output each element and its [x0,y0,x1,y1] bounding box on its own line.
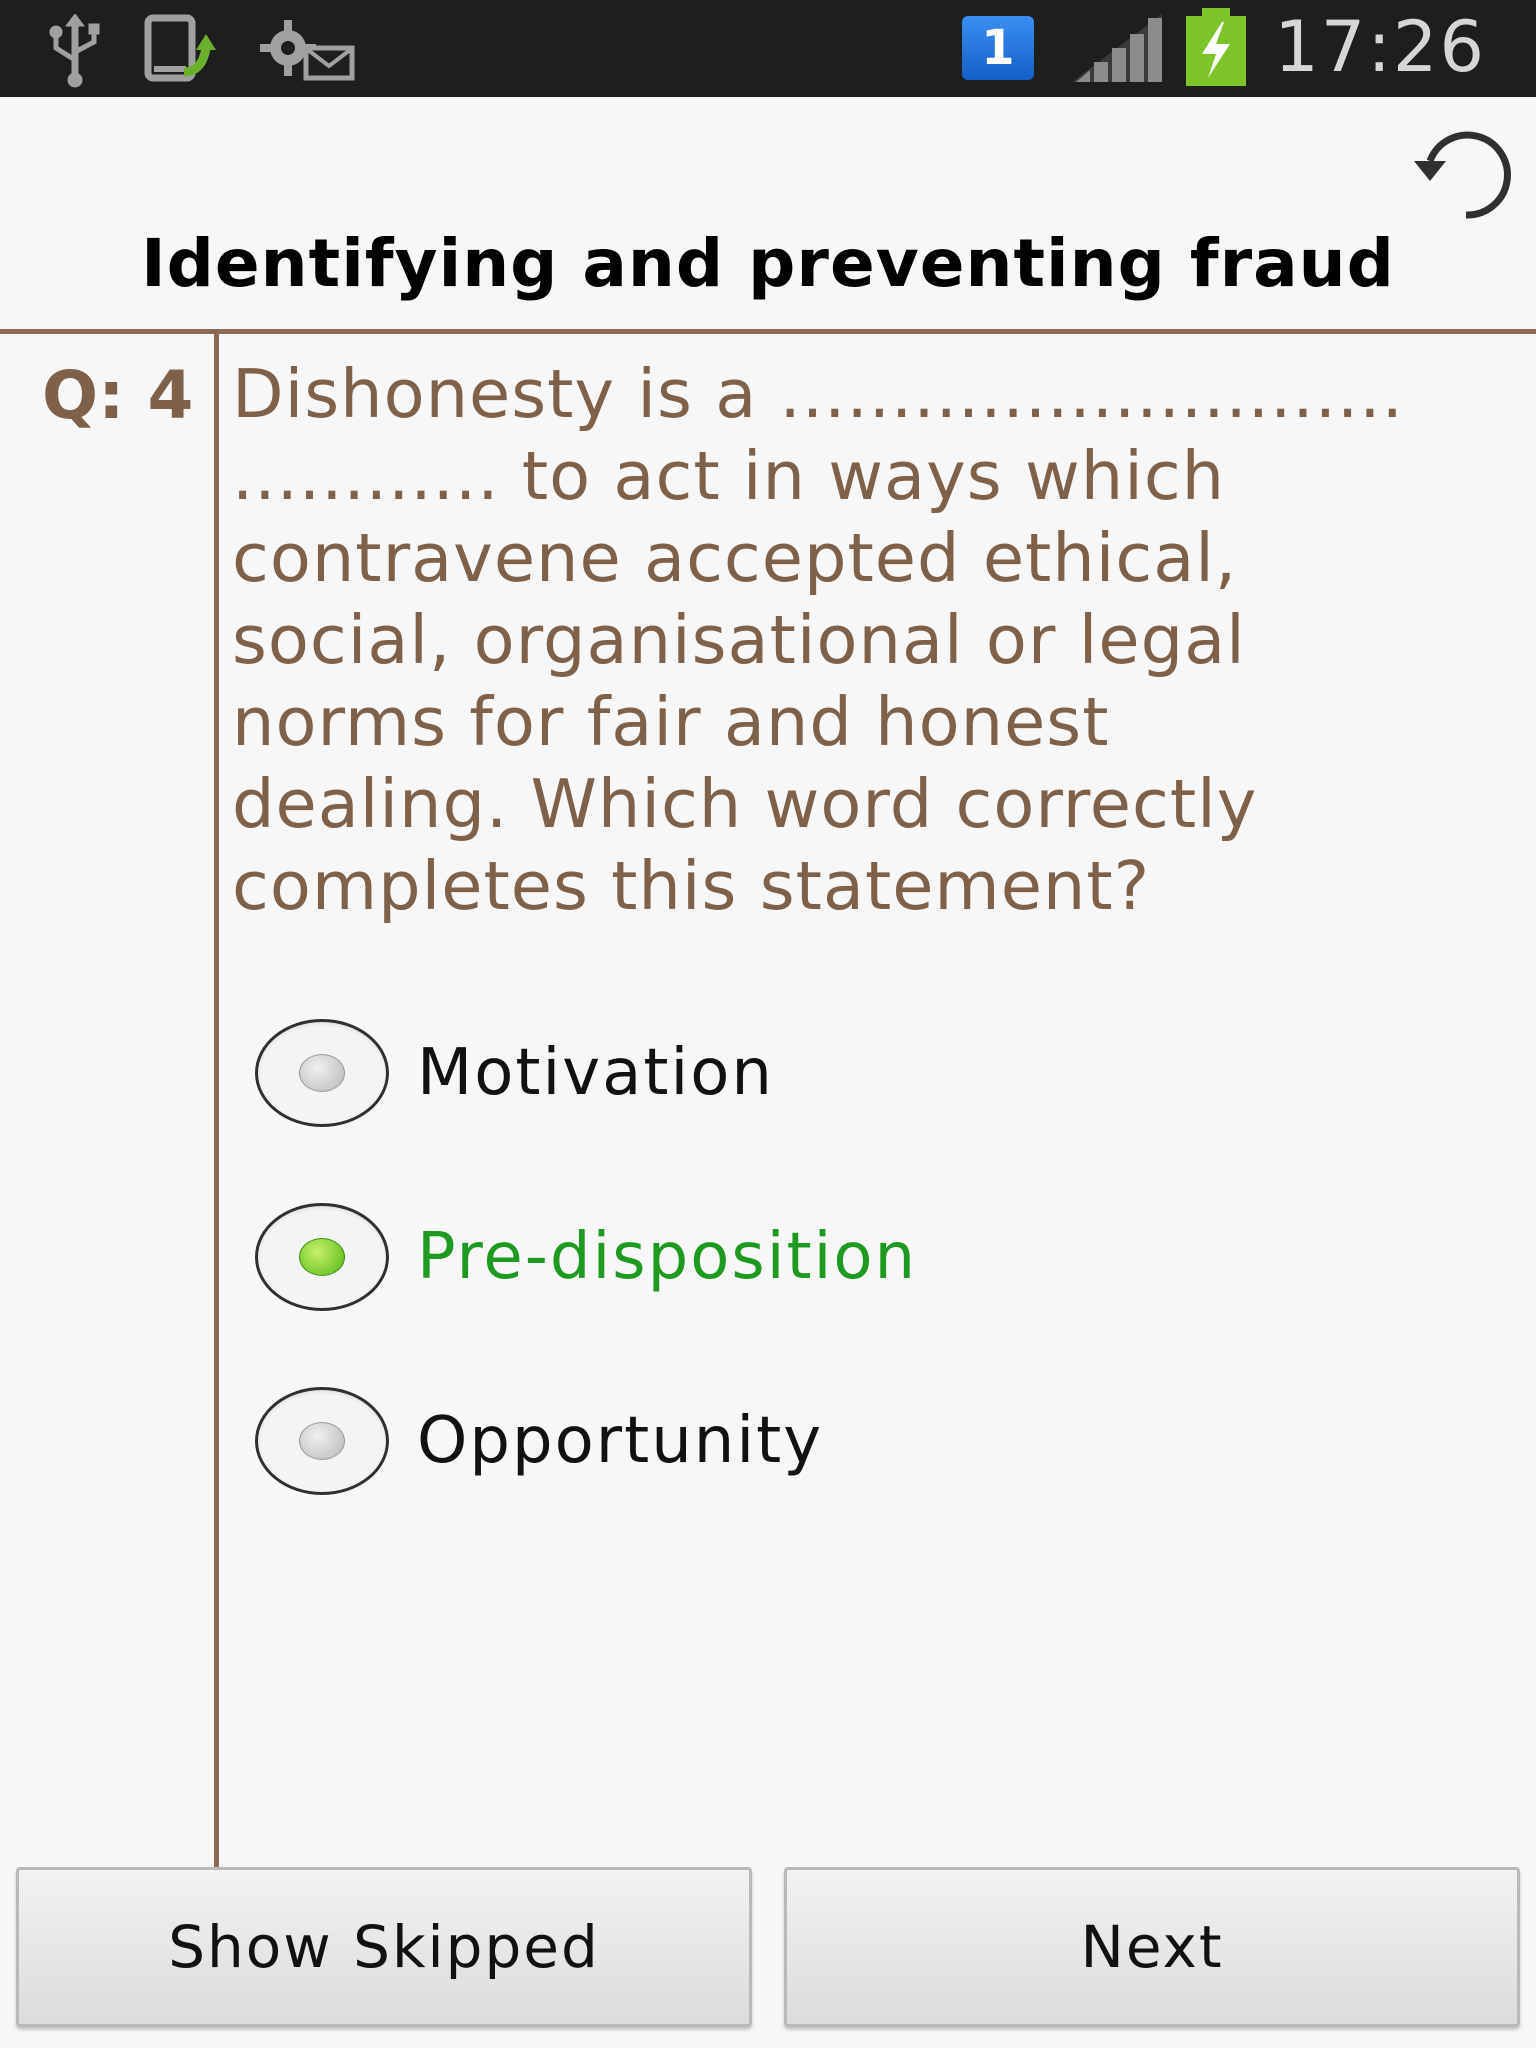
radio-dot [299,1422,345,1460]
status-clock: 17:26 [1274,6,1486,88]
radio-button[interactable] [255,1387,389,1495]
radio-button-selected[interactable] [255,1203,389,1311]
signal-icon [1072,14,1162,82]
notification-badge-icon: 1 [962,16,1034,80]
option-opportunity[interactable]: Opportunity [255,1385,1355,1497]
status-bar: 1 17:26 [0,0,1536,97]
question-number: Q: 4 [42,357,194,434]
battery-charging-icon [1186,8,1246,86]
question-text: Dishonesty is a ........................… [232,355,1404,925]
notification-count: 1 [981,20,1015,76]
option-label: Pre-disposition [417,1220,918,1294]
option-pre-disposition[interactable]: Pre-disposition [255,1201,1355,1313]
question-divider [214,334,219,1960]
page-title: Identifying and preventing fraud [141,225,1395,302]
option-label: Opportunity [417,1404,824,1478]
usb-icon [49,14,100,88]
option-motivation[interactable]: Motivation [255,1017,1355,1129]
option-label: Motivation [417,1036,774,1110]
settings-message-icon [260,20,355,81]
next-button[interactable]: Next [784,1867,1520,2027]
quiz-screen: Identifying and preventing fraud Q: 4 Di… [0,97,1536,2048]
radio-dot [299,1054,345,1092]
title-divider [0,329,1536,334]
radio-button[interactable] [255,1019,389,1127]
screen-share-icon [144,14,216,82]
radio-dot [299,1238,345,1276]
refresh-icon[interactable] [1408,117,1518,227]
show-skipped-button[interactable]: Show Skipped [16,1867,752,2027]
